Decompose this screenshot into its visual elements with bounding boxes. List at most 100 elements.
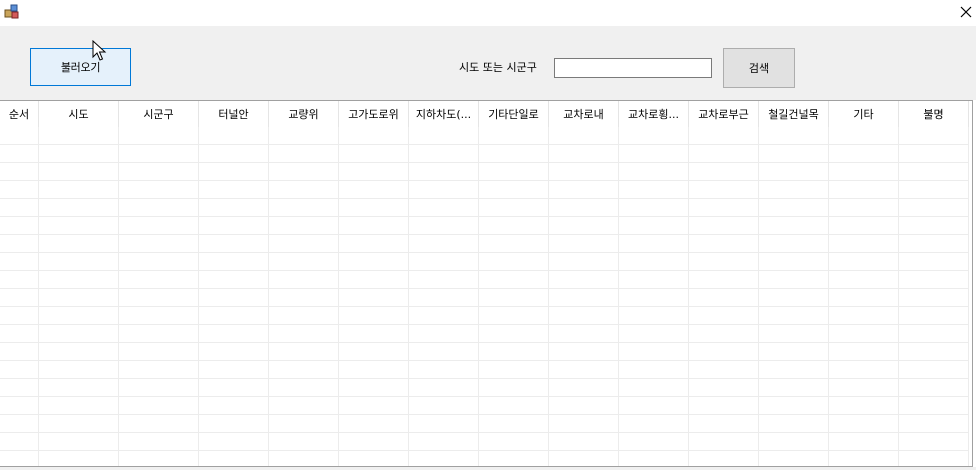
table-cell[interactable] [339, 451, 409, 466]
table-cell[interactable] [619, 307, 689, 325]
table-cell[interactable] [549, 307, 619, 325]
table-cell[interactable] [619, 325, 689, 343]
table-cell[interactable] [119, 181, 199, 199]
table-cell[interactable] [829, 361, 899, 379]
table-row[interactable] [0, 181, 969, 199]
table-cell[interactable] [899, 253, 969, 271]
table-cell[interactable] [339, 379, 409, 397]
table-cell[interactable] [39, 145, 119, 163]
table-cell[interactable] [829, 271, 899, 289]
table-cell[interactable] [829, 181, 899, 199]
table-cell[interactable] [479, 271, 549, 289]
table-cell[interactable] [549, 235, 619, 253]
table-cell[interactable] [339, 289, 409, 307]
table-cell[interactable] [549, 163, 619, 181]
table-cell[interactable] [119, 433, 199, 451]
table-cell[interactable] [119, 343, 199, 361]
table-row[interactable] [0, 253, 969, 271]
table-cell[interactable] [199, 379, 269, 397]
table-cell[interactable] [759, 199, 829, 217]
table-cell[interactable] [119, 235, 199, 253]
table-cell[interactable] [479, 307, 549, 325]
table-cell[interactable] [829, 217, 899, 235]
table-cell[interactable] [199, 181, 269, 199]
table-cell[interactable] [339, 235, 409, 253]
table-cell[interactable] [119, 127, 199, 145]
table-cell[interactable] [549, 343, 619, 361]
table-cell[interactable] [479, 217, 549, 235]
table-cell[interactable] [119, 361, 199, 379]
table-cell[interactable] [479, 343, 549, 361]
table-cell[interactable] [409, 181, 479, 199]
table-cell[interactable] [199, 325, 269, 343]
table-cell[interactable] [549, 451, 619, 466]
table-cell[interactable] [689, 397, 759, 415]
table-cell[interactable] [829, 379, 899, 397]
table-cell[interactable] [899, 127, 969, 145]
table-cell[interactable] [409, 397, 479, 415]
table-cell[interactable] [549, 127, 619, 145]
table-cell[interactable] [479, 289, 549, 307]
table-cell[interactable] [759, 145, 829, 163]
table-cell[interactable] [339, 217, 409, 235]
table-cell[interactable] [689, 271, 759, 289]
table-cell[interactable] [0, 379, 39, 397]
table-cell[interactable] [119, 415, 199, 433]
table-cell[interactable] [759, 343, 829, 361]
table-cell[interactable] [0, 361, 39, 379]
table-cell[interactable] [269, 361, 339, 379]
table-cell[interactable] [339, 145, 409, 163]
table-cell[interactable] [39, 433, 119, 451]
table-cell[interactable] [479, 253, 549, 271]
table-cell[interactable] [549, 145, 619, 163]
table-cell[interactable] [759, 433, 829, 451]
table-cell[interactable] [479, 451, 549, 466]
data-grid[interactable]: 순서 시도 시군구 터널안 교량위 고가도로위 지하차도(... 기타단일로 교차로내 교차로횡.… [0, 100, 973, 467]
table-cell[interactable] [689, 307, 759, 325]
table-cell[interactable] [549, 217, 619, 235]
table-cell[interactable] [199, 397, 269, 415]
column-header[interactable]: 철길건널목 [759, 101, 829, 127]
table-row[interactable] [0, 235, 969, 253]
column-header[interactable]: 불명 [899, 101, 969, 127]
table-cell[interactable] [119, 289, 199, 307]
table-cell[interactable] [479, 397, 549, 415]
table-cell[interactable] [759, 379, 829, 397]
table-cell[interactable] [899, 271, 969, 289]
table-cell[interactable] [829, 451, 899, 466]
table-row[interactable] [0, 307, 969, 325]
table-cell[interactable] [119, 379, 199, 397]
table-cell[interactable] [0, 217, 39, 235]
table-cell[interactable] [619, 163, 689, 181]
table-cell[interactable] [119, 397, 199, 415]
table-cell[interactable] [549, 325, 619, 343]
table-cell[interactable] [689, 379, 759, 397]
table-cell[interactable] [199, 271, 269, 289]
table-cell[interactable] [619, 397, 689, 415]
column-header[interactable]: 기타 [829, 101, 899, 127]
table-cell[interactable] [759, 397, 829, 415]
search-button[interactable]: 검색 [723, 48, 795, 88]
table-cell[interactable] [549, 415, 619, 433]
table-cell[interactable] [409, 343, 479, 361]
table-cell[interactable] [339, 199, 409, 217]
table-cell[interactable] [269, 397, 339, 415]
table-cell[interactable] [899, 325, 969, 343]
table-cell[interactable] [829, 145, 899, 163]
table-cell[interactable] [269, 415, 339, 433]
table-cell[interactable] [829, 235, 899, 253]
table-row[interactable] [0, 415, 969, 433]
column-header[interactable]: 터널안 [199, 101, 269, 127]
table-cell[interactable] [0, 433, 39, 451]
table-cell[interactable] [0, 307, 39, 325]
table-cell[interactable] [829, 397, 899, 415]
table-cell[interactable] [619, 199, 689, 217]
table-row[interactable] [0, 361, 969, 379]
table-cell[interactable] [339, 181, 409, 199]
table-cell[interactable] [199, 451, 269, 466]
table-cell[interactable] [619, 361, 689, 379]
load-button[interactable]: 불러오기 [30, 48, 131, 86]
table-cell[interactable] [39, 325, 119, 343]
table-cell[interactable] [339, 325, 409, 343]
table-cell[interactable] [39, 397, 119, 415]
